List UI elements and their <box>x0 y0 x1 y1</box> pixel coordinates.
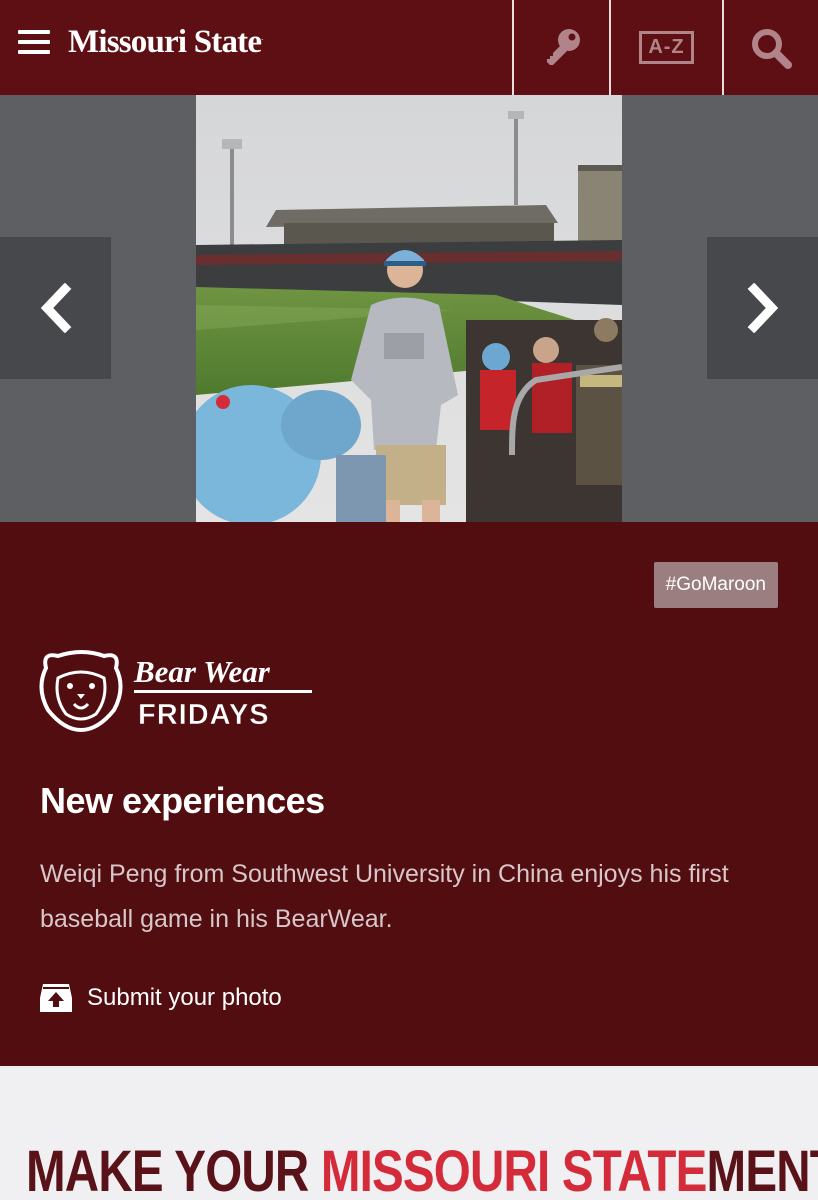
a-z-label: A-Z <box>639 31 694 64</box>
submit-photo-link[interactable]: Submit your photo <box>40 984 282 1012</box>
hashtag-badge[interactable]: #GoMaroon <box>653 562 778 608</box>
login-button[interactable] <box>512 0 609 95</box>
feature-headline: New experiences <box>40 780 325 821</box>
statement-banner: MAKE YOUR MISSOURI STATEMENT™ <box>0 1066 818 1200</box>
menu-icon[interactable] <box>18 30 50 58</box>
site-header: Missouri State. A-Z <box>0 0 818 95</box>
submit-photo-label: Submit your photo <box>87 984 282 1011</box>
feature-panel: #GoMaroon Bear Wear FRIDAYS New experien… <box>0 522 818 1066</box>
search-icon <box>752 28 792 69</box>
statement-heading: MAKE YOUR MISSOURI STATEMENT™ <box>26 1139 818 1200</box>
svg-text:Bear Wear: Bear Wear <box>133 654 271 689</box>
bearwear-fridays-logo: Bear Wear FRIDAYS <box>39 650 312 732</box>
svg-text:FRIDAYS: FRIDAYS <box>138 699 270 731</box>
chevron-right-icon <box>747 283 778 333</box>
feature-description: Weiqi Peng from Southwest University in … <box>40 860 729 933</box>
a-z-index-button[interactable]: A-Z <box>609 0 722 95</box>
key-icon <box>546 28 580 65</box>
upload-icon <box>40 984 72 1012</box>
bear-logo-icon <box>39 650 123 732</box>
photo-slider <box>0 95 818 522</box>
next-slide-button[interactable] <box>707 237 818 379</box>
baseball-fan-photo <box>196 95 622 522</box>
logo-text: Missouri State <box>68 24 262 60</box>
search-button[interactable] <box>722 0 818 95</box>
previous-slide-button[interactable] <box>0 237 111 379</box>
chevron-left-icon <box>40 283 71 333</box>
site-logo[interactable]: Missouri State. <box>68 24 263 61</box>
